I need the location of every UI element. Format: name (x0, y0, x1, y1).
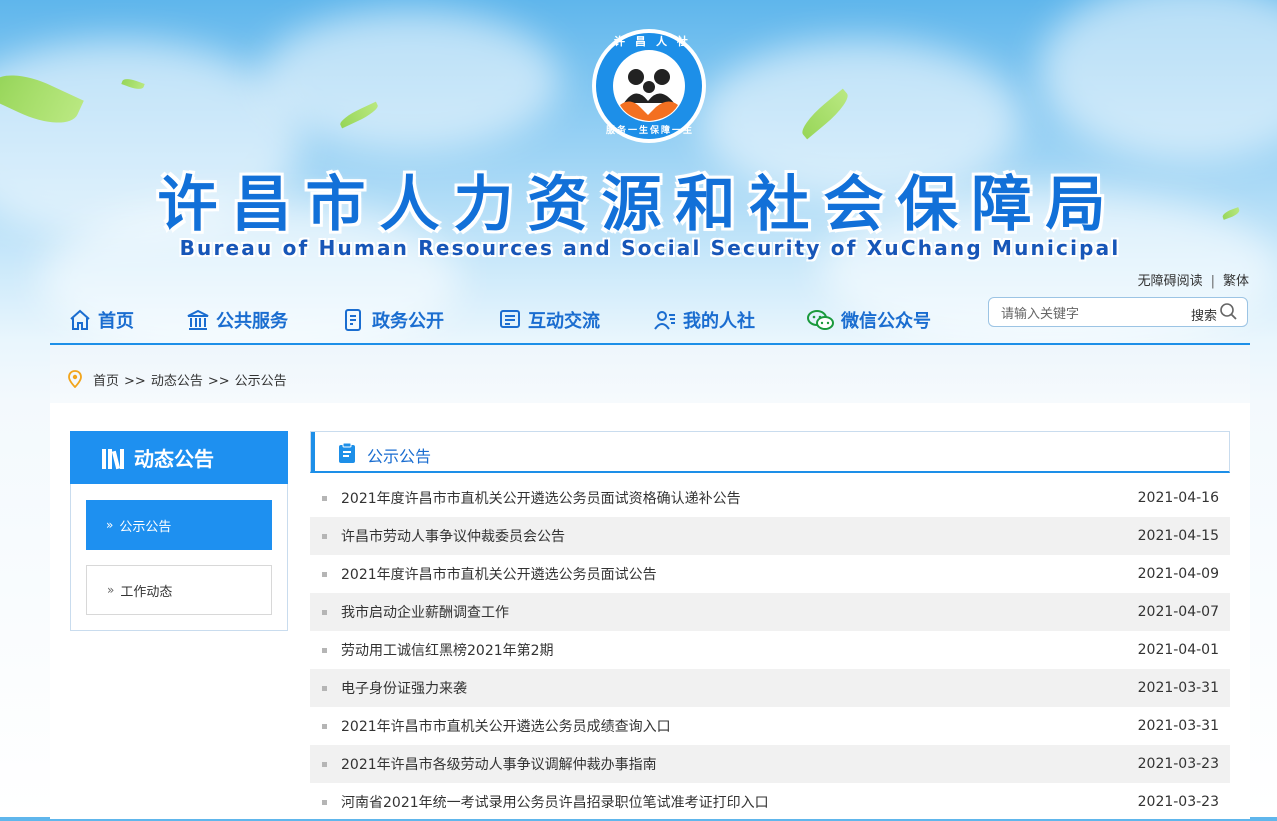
user-card-icon (653, 308, 677, 332)
header-accent-bar (311, 432, 315, 472)
home-icon (68, 308, 92, 332)
item-date: 2021-03-31 (1137, 680, 1219, 696)
item-date: 2021-04-15 (1137, 528, 1219, 544)
item-title: 许昌市劳动人事争议仲裁委员会公告 (341, 529, 565, 545)
nav-item-interaction[interactable]: 互动交流 (498, 304, 600, 336)
search-input[interactable] (999, 303, 1173, 325)
bullet-icon (322, 647, 327, 653)
logo-text-bottom: 服务一生保障一生 (606, 126, 695, 136)
nav-label: 政务公开 (372, 311, 444, 332)
nav-label: 我的人社 (683, 311, 755, 332)
item-date: 2021-04-07 (1137, 604, 1219, 620)
bullet-icon (322, 761, 327, 767)
sidebar: 动态公告 » 公示公告 » 工作动态 (70, 431, 288, 631)
list-item[interactable]: 许昌市劳动人事争议仲裁委员会公告 2021-04-15 (310, 517, 1230, 555)
utility-links: 无障碍阅读 | 繁体 (1138, 270, 1249, 289)
list-item[interactable]: 我市启动企业薪酬调查工作 2021-04-07 (310, 593, 1230, 631)
breadcrumb-separator: >> (124, 374, 146, 389)
list-item[interactable]: 2021年许昌市市直机关公开遴选公务员成绩查询入口 2021-03-31 (310, 707, 1230, 745)
building-icon (186, 308, 210, 332)
bullet-icon (322, 685, 327, 691)
wechat-icon (807, 308, 835, 332)
nav-item-public-service[interactable]: 公共服务 (186, 304, 288, 336)
sidebar-header: 动态公告 (70, 431, 288, 484)
breadcrumb-separator: >> (207, 374, 230, 389)
bullet-icon (322, 495, 327, 501)
list-item[interactable]: 2021年度许昌市市直机关公开遴选公务员面试公告 2021-04-09 (310, 555, 1230, 593)
item-date: 2021-03-23 (1137, 756, 1219, 772)
search-icon[interactable] (1219, 302, 1239, 326)
sidebar-item-label: 公示公告 (119, 519, 172, 535)
item-title: 河南省2021年统一考试录用公务员许昌招录职位笔试准考证打印入口 (341, 795, 769, 811)
nav-label: 首页 (98, 311, 134, 332)
item-date: 2021-04-01 (1137, 642, 1219, 658)
list-item[interactable]: 2021年度许昌市市直机关公开遴选公务员面试资格确认递补公告 2021-04-16 (310, 479, 1230, 517)
breadcrumb-home[interactable]: 首页 (93, 374, 119, 389)
item-date: 2021-03-23 (1137, 794, 1219, 810)
sidebar-title: 动态公告 (134, 447, 214, 471)
item-date: 2021-04-09 (1137, 566, 1219, 582)
sidebar-item-label: 工作动态 (120, 584, 173, 600)
item-title: 电子身份证强力来袭 (341, 681, 467, 697)
list-item[interactable]: 劳动用工诚信红黑榜2021年第2期 2021-04-01 (310, 631, 1230, 669)
breadcrumb: 首页 >> 动态公告 >> 公示公告 (93, 370, 287, 389)
sidebar-item-work-news[interactable]: » 工作动态 (86, 565, 272, 615)
notice-list: 2021年度许昌市市直机关公开遴选公务员面试资格确认递补公告 2021-04-16… (310, 479, 1230, 821)
item-title: 劳动用工诚信红黑榜2021年第2期 (341, 643, 554, 659)
breadcrumb-current[interactable]: 公示公告 (235, 374, 287, 389)
breadcrumb-news[interactable]: 动态公告 (151, 374, 203, 389)
nav-label: 互动交流 (528, 311, 600, 332)
site-title-cn: 许昌市人力资源和社会保障局 (157, 170, 1120, 240)
sidebar-item-notices[interactable]: » 公示公告 (86, 500, 272, 550)
utility-separator: | (1210, 274, 1215, 289)
clipboard-icon (337, 442, 357, 468)
content-panel: 首页 >> 动态公告 >> 公示公告 动态公告 » 公示公告 » 工作动态 公示公告 2… (50, 343, 1250, 819)
document-icon (342, 308, 366, 332)
background-cloud (260, 10, 560, 150)
background-cloud (1040, 0, 1277, 160)
bullet-icon (322, 799, 327, 805)
site-logo[interactable]: 许昌人社 服务一生保障一生 (590, 27, 708, 145)
location-pin-icon (68, 370, 82, 392)
bullet-icon (322, 723, 327, 729)
section-title: 公示公告 (367, 447, 432, 466)
item-title: 2021年许昌市各级劳动人事争议调解仲裁办事指南 (341, 757, 657, 773)
nav-label: 公共服务 (216, 311, 288, 332)
nav-item-home[interactable]: 首页 (68, 304, 134, 336)
item-title: 2021年度许昌市市直机关公开遴选公务员面试公告 (341, 567, 657, 583)
bullet-icon (322, 609, 327, 615)
list-item[interactable]: 2021年许昌市各级劳动人事争议调解仲裁办事指南 2021-03-23 (310, 745, 1230, 783)
list-item[interactable]: 电子身份证强力来袭 2021-03-31 (310, 669, 1230, 707)
traditional-chinese-link[interactable]: 繁体 (1223, 274, 1249, 289)
item-title: 2021年许昌市市直机关公开遴选公务员成绩查询入口 (341, 719, 671, 735)
section-header: 公示公告 (310, 431, 1230, 473)
accessible-reading-link[interactable]: 无障碍阅读 (1138, 274, 1203, 289)
nav-item-my-hrss[interactable]: 我的人社 (653, 304, 755, 336)
chat-box-icon (498, 308, 522, 332)
books-icon (100, 445, 126, 471)
item-date: 2021-04-16 (1137, 490, 1219, 506)
item-title: 我市启动企业薪酬调查工作 (341, 605, 509, 621)
nav-item-wechat[interactable]: 微信公众号 (807, 304, 931, 336)
item-date: 2021-03-31 (1137, 718, 1219, 734)
double-chevron-right-icon: » (107, 583, 115, 597)
breadcrumb-bar: 首页 >> 动态公告 >> 公示公告 (50, 345, 1250, 403)
bullet-icon (322, 533, 327, 539)
logo-text-top: 许昌人社 (614, 35, 698, 48)
double-chevron-right-icon: » (106, 518, 114, 532)
nav-label: 微信公众号 (841, 311, 931, 332)
bullet-icon (322, 571, 327, 577)
search-button[interactable]: 搜索 (1191, 305, 1217, 324)
search-box: 搜索 (988, 297, 1248, 327)
item-title: 2021年度许昌市市直机关公开遴选公务员面试资格确认递补公告 (341, 491, 741, 507)
list-item[interactable]: 河南省2021年统一考试录用公务员许昌招录职位笔试准考证打印入口 2021-03-… (310, 783, 1230, 821)
site-title-en: Bureau of Human Resources and Social Sec… (179, 236, 1121, 260)
nav-item-gov-affairs[interactable]: 政务公开 (342, 304, 444, 336)
